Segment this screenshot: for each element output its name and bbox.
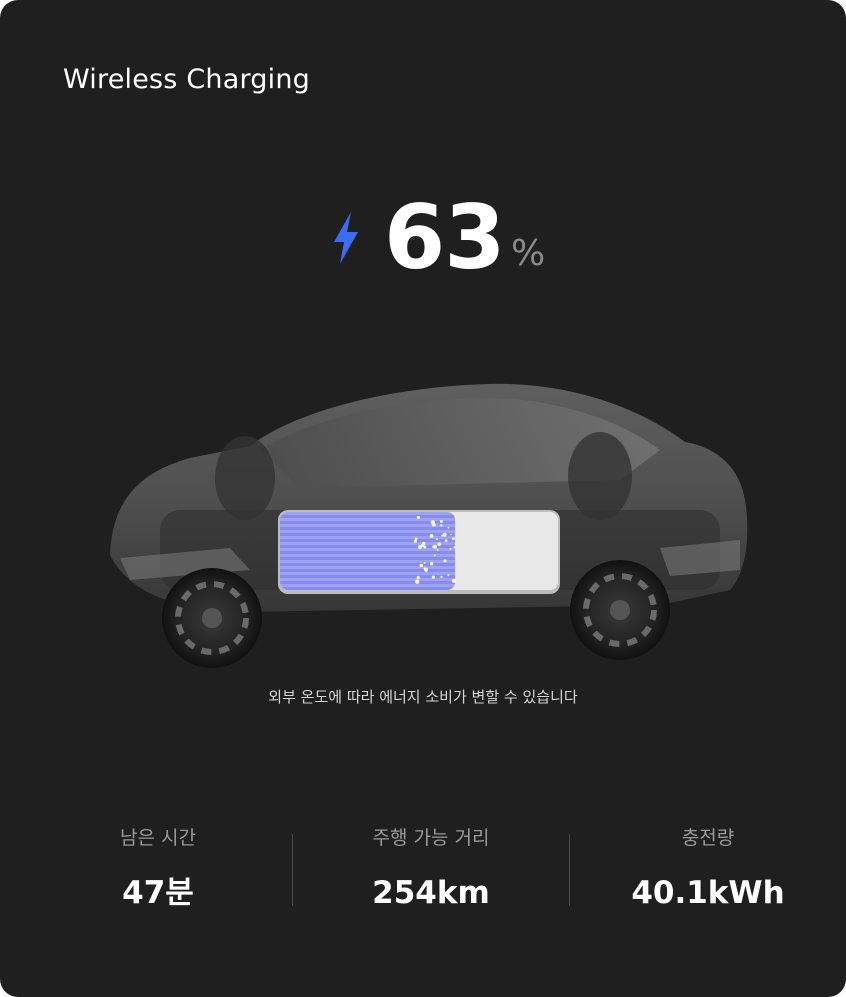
battery-sparkle-dot [450,533,452,536]
stat-label: 충전량 [681,827,735,849]
charge-percentage: 63 % [0,188,846,288]
battery-sparkle-dot [436,549,439,552]
battery-sparkle-dot [432,545,435,548]
stat-label: 주행 가능 거리 [372,827,490,849]
percent-value: 63 [384,186,505,289]
stat-charged-amount: 충전량 40.1kWh [570,818,846,928]
lightning-bolt-icon [334,212,358,264]
car-illustration [110,383,748,668]
energy-notice: 외부 온도에 따라 에너지 소비가 변할 수 있습니다 [268,688,578,706]
stat-value: 40.1kWh [631,875,785,911]
battery-sparkle-dot [433,554,436,557]
battery-sparkle-dot [416,575,420,580]
battery-sparkle-dot [451,578,456,583]
percent-unit: % [511,233,546,274]
battery-sparkle-dot [440,524,443,527]
battery-sparkle-dot [416,515,420,520]
battery-sparkle-dot [419,563,424,568]
front-wheel [162,568,262,668]
stat-remaining-time: 남은 시간 47분 [20,818,296,928]
wireless-charging-card: Wireless Charging 63 % 외부 온도에 따라 에너지 소비가… [0,0,846,997]
battery-sparkle-dot [423,562,426,564]
battery-pack [278,510,560,594]
stat-value: 47분 [122,875,194,911]
rear-wheel [570,560,670,660]
battery-sparkle-dot [414,537,418,540]
battery-sparkle-dot [447,574,450,576]
battery-sparkle-dot [436,538,438,541]
battery-sparkle-dot [429,534,434,538]
stat-label: 남은 시간 [120,827,196,849]
battery-sparkle-dot [439,519,443,523]
battery-sparkle-dot [421,541,426,546]
battery-level-fill [280,512,456,590]
stat-driving-range: 주행 가능 거리 254km [293,818,569,928]
battery-sparkle-dot [444,539,448,542]
battery-sparkle-dot [417,579,420,582]
battery-sparkle-dot [429,562,434,566]
battery-sparkle-dot [451,537,455,541]
battery-sparkle-dot [437,542,442,546]
battery-sparkle-dot [449,547,452,550]
battery-sparkle-dot [413,539,417,543]
page-title: Wireless Charging [63,64,310,95]
battery-sparkle-dot [424,567,428,572]
battery-sparkle-dot [453,546,456,549]
battery-sparkle-dot [440,575,443,578]
charging-stats: 남은 시간 47분 주행 가능 거리 254km 충전량 40.1kWh [0,818,846,918]
battery-sparkle-dot [432,522,436,527]
battery-sparkle-dot [431,575,435,579]
battery-sparkle-dot [443,559,447,563]
battery-sparkle-dot [442,532,447,537]
stat-value: 254km [372,875,490,911]
battery-sparkle-dot [447,526,450,529]
